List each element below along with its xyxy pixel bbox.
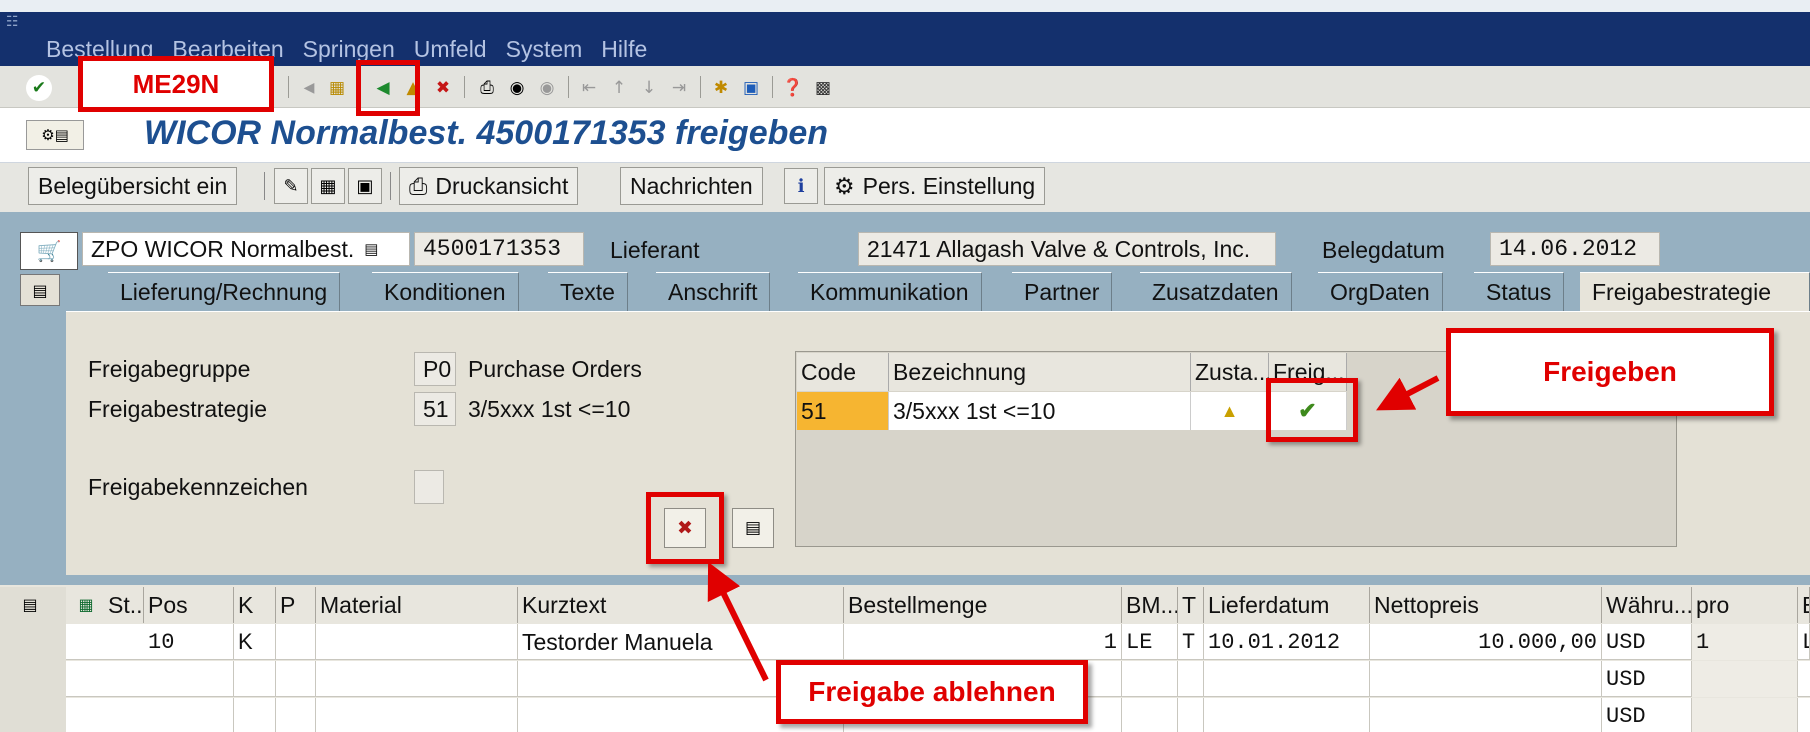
reject-arrow <box>707 561 769 682</box>
release-arrow <box>1376 375 1440 411</box>
annotation-arrows <box>707 375 1440 682</box>
